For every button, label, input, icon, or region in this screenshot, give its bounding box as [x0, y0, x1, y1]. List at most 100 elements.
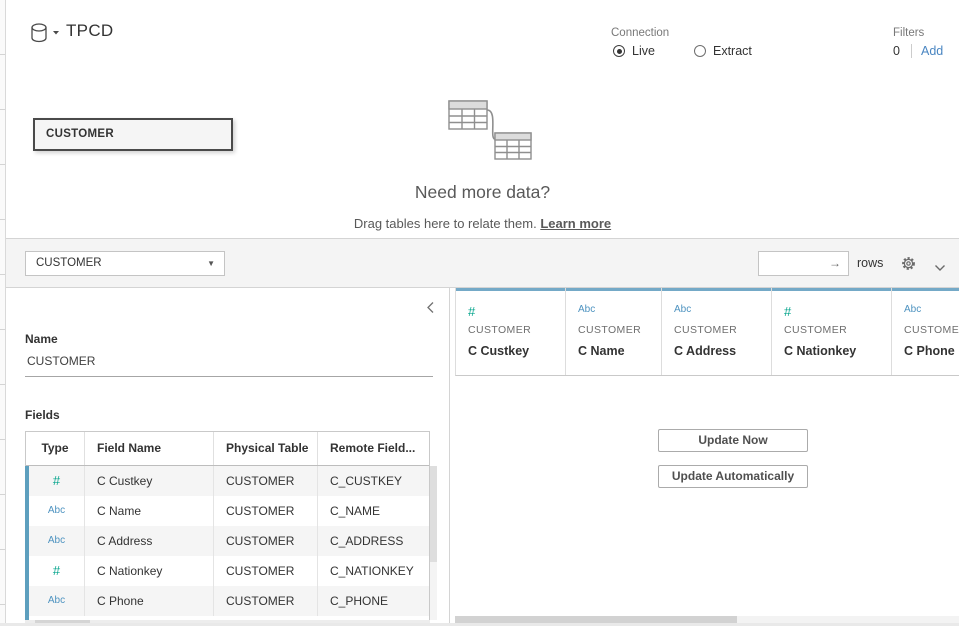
field-name-cell: C Phone	[85, 586, 214, 616]
fields-col-type[interactable]: Type	[26, 432, 85, 465]
filters-add-link[interactable]: Add	[921, 44, 943, 58]
fields-col-field-name[interactable]: Field Name	[85, 432, 214, 465]
name-label: Name	[25, 332, 58, 346]
remote-field-cell: C_ADDRESS	[318, 526, 429, 556]
column-field-name: C Address	[674, 344, 771, 358]
filters-separator	[911, 44, 912, 58]
field-row[interactable]: AbcC PhoneCUSTOMERC_PHONE	[29, 586, 429, 616]
field-row[interactable]: AbcC AddressCUSTOMERC_ADDRESS	[29, 526, 429, 556]
database-menu-button[interactable]	[30, 22, 64, 44]
physical-table-cell: CUSTOMER	[214, 496, 318, 526]
database-icon	[30, 22, 64, 44]
data-preview-pane: #CUSTOMERC CustkeyAbcCUSTOMERC NameAbcCU…	[451, 288, 959, 626]
string-type-icon: Abc	[674, 304, 771, 320]
table-select-value: CUSTOMER	[36, 257, 102, 269]
column-table-name: CUSTOMER	[784, 324, 891, 336]
string-type-icon: Abc	[578, 304, 661, 320]
filters-count: 0	[893, 44, 900, 58]
string-type-icon: Abc	[29, 586, 85, 616]
fields-vertical-scrollbar[interactable]	[430, 466, 437, 620]
field-row[interactable]: AbcC NameCUSTOMERC_NAME	[29, 496, 429, 526]
table-details-pane: Name Fields Type Field Name Physical Tab…	[6, 288, 450, 626]
field-name-cell: C Nationkey	[85, 556, 214, 586]
canvas-table-customer[interactable]: CUSTOMER	[33, 118, 233, 151]
radio-extract[interactable]: Extract	[694, 44, 752, 58]
scrollbar-thumb[interactable]	[430, 466, 437, 562]
radio-extract-label: Extract	[713, 44, 752, 58]
rows-label: rows	[857, 256, 883, 270]
chevron-down-icon	[934, 264, 946, 272]
rows-count-input[interactable]	[759, 252, 827, 275]
grid-column-header[interactable]: # CUSTOMER C Nationkey	[772, 288, 892, 375]
number-type-icon: #	[29, 466, 85, 496]
column-table-name: CUSTOMER	[904, 324, 959, 336]
empty-state-subtitle: Drag tables here to relate them. Learn m…	[6, 216, 959, 231]
update-now-button[interactable]: Update Now	[658, 429, 808, 452]
collapse-pane-button[interactable]	[426, 301, 435, 319]
table-select-dropdown[interactable]: CUSTOMER ▼	[25, 251, 225, 276]
string-type-icon: Abc	[904, 304, 959, 320]
fields-col-remote-field[interactable]: Remote Field...	[318, 432, 429, 465]
dropdown-caret-icon: ▼	[207, 252, 215, 275]
string-type-icon: Abc	[29, 496, 85, 526]
grid-column-header[interactable]: # CUSTOMER C Custkey	[456, 288, 566, 375]
settings-button[interactable]	[900, 255, 917, 277]
grid-column-header[interactable]: Abc CUSTOMER C Address	[662, 288, 772, 375]
fields-table: Type Field Name Physical Table Remote Fi…	[25, 431, 430, 626]
relate-tables-illustration	[437, 99, 533, 163]
scrollbar-thumb[interactable]	[455, 616, 737, 623]
gear-icon	[900, 255, 917, 272]
radio-live-label: Live	[632, 44, 655, 58]
remote-field-cell: C_PHONE	[318, 586, 429, 616]
preview-horizontal-scrollbar[interactable]	[455, 616, 959, 623]
table-name-input[interactable]	[27, 354, 427, 368]
update-automatically-button[interactable]: Update Automatically	[658, 465, 808, 488]
field-name-cell: C Address	[85, 526, 214, 556]
grid-column-header[interactable]: Abc CUSTOMER C Phone	[892, 288, 959, 375]
field-row[interactable]: #C CustkeyCUSTOMERC_CUSTKEY	[29, 466, 429, 496]
relationship-canvas: TPCD Connection Live Extract Filters 0 A…	[6, 0, 959, 238]
learn-more-link[interactable]: Learn more	[540, 216, 611, 231]
radio-live[interactable]: Live	[613, 44, 655, 58]
field-name-cell: C Name	[85, 496, 214, 526]
preview-grid-header: #CUSTOMERC CustkeyAbcCUSTOMERC NameAbcCU…	[455, 288, 959, 376]
fields-table-header: Type Field Name Physical Table Remote Fi…	[26, 432, 429, 466]
grid-column-header[interactable]: AbcCUSTOMERC Name	[566, 288, 662, 375]
physical-table-cell: CUSTOMER	[214, 586, 318, 616]
physical-table-cell: CUSTOMER	[214, 556, 318, 586]
connection-label: Connection	[611, 27, 669, 39]
radio-live-circle[interactable]	[613, 45, 625, 57]
column-table-name: CUSTOMER	[674, 324, 771, 336]
field-row[interactable]: #C NationkeyCUSTOMERC_NATIONKEY	[29, 556, 429, 586]
physical-table-cell: CUSTOMER	[214, 526, 318, 556]
column-table-name: CUSTOMER	[468, 324, 565, 336]
data-source-page: TPCD Connection Live Extract Filters 0 A…	[0, 0, 959, 626]
caret-down-icon	[53, 31, 59, 35]
radio-extract-circle[interactable]	[694, 45, 706, 57]
field-name-cell: C Custkey	[85, 466, 214, 496]
data-source-title[interactable]: TPCD	[66, 21, 113, 41]
number-type-icon: #	[29, 556, 85, 586]
remote-field-cell: C_NAME	[318, 496, 429, 526]
remote-field-cell: C_CUSTKEY	[318, 466, 429, 496]
filters-label: Filters	[893, 27, 924, 39]
string-type-icon: Abc	[29, 526, 85, 556]
fields-label: Fields	[25, 408, 60, 422]
apply-rows-arrow-icon[interactable]: →	[829, 252, 841, 275]
column-field-name: C Name	[578, 344, 661, 358]
column-field-name: C Custkey	[468, 344, 565, 358]
preview-toolbar: CUSTOMER ▼ → rows	[6, 238, 959, 288]
column-field-name: C Nationkey	[784, 344, 891, 358]
rows-input-wrap: →	[758, 251, 849, 276]
empty-state-title: Need more data?	[6, 182, 959, 203]
column-field-name: C Phone	[904, 344, 959, 358]
collapse-preview-button[interactable]	[934, 259, 946, 277]
remote-field-cell: C_NATIONKEY	[318, 556, 429, 586]
number-type-icon: #	[784, 304, 891, 320]
fields-col-physical-table[interactable]: Physical Table	[214, 432, 318, 465]
fields-table-body: #C CustkeyCUSTOMERC_CUSTKEYAbcC NameCUST…	[25, 466, 429, 626]
chevron-left-icon	[426, 301, 435, 314]
number-type-icon: #	[468, 304, 565, 320]
name-underline	[25, 376, 433, 377]
drag-text: Drag tables here to relate them.	[354, 216, 540, 231]
